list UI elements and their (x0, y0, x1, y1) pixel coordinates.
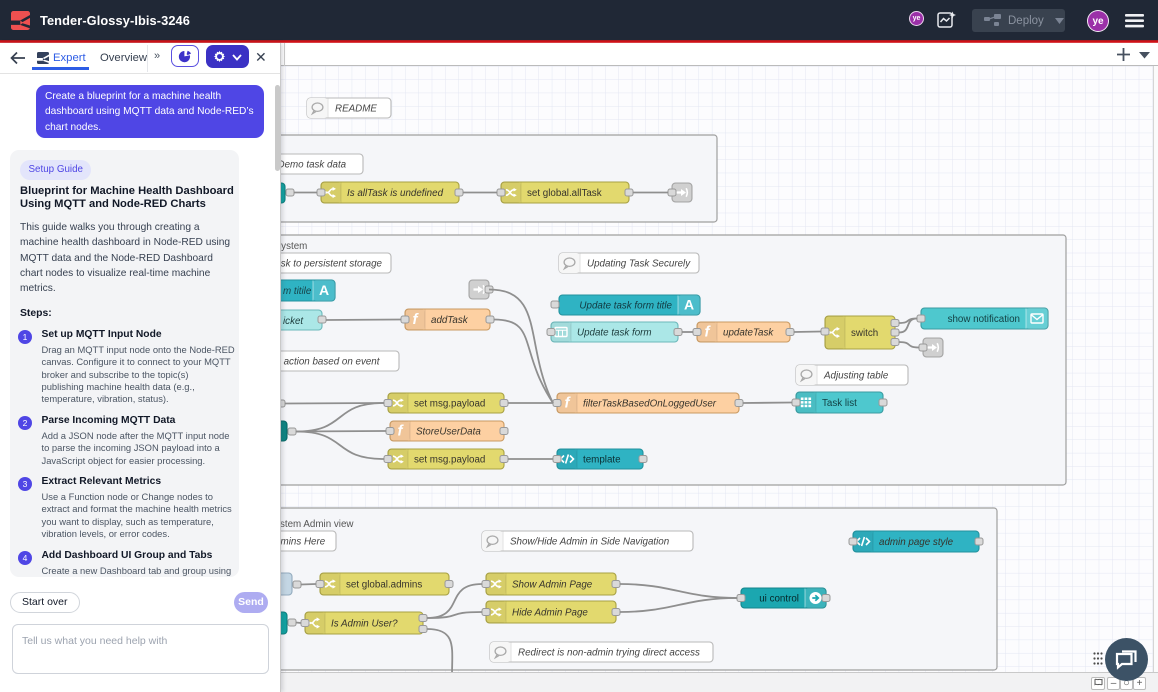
svg-text:StoreUserData: StoreUserData (416, 427, 481, 438)
svg-text:Set Admins Here: Set Admins Here (281, 537, 326, 548)
svg-text:icket: icket (283, 316, 304, 327)
svg-text:Show Admin Page: Show Admin Page (512, 580, 593, 591)
svg-text:set msg.payload: set msg.payload (414, 455, 485, 466)
svg-text:README: README (335, 104, 377, 115)
svg-text:Task management system: Task management system (281, 241, 307, 252)
svg-text:Production System Admin view: Production System Admin view (281, 519, 354, 530)
svg-text:show notification: show notification (948, 314, 1020, 325)
svg-text:filterTaskBasedOnLoggedUser: filterTaskBasedOnLoggedUser (583, 399, 717, 410)
svg-text:Update task form: Update task form (577, 328, 652, 339)
svg-text:m titile: m titile (283, 286, 312, 297)
svg-text:Updating Task Securely: Updating Task Securely (587, 259, 691, 270)
svg-text:switch: switch (851, 328, 878, 339)
svg-text:template: template (583, 455, 621, 466)
svg-text:Take action based on event: Take action based on event (281, 357, 381, 368)
svg-text:set global.allTask: set global.allTask (527, 188, 602, 199)
svg-text:updateTask: updateTask (723, 328, 774, 339)
svg-text:Task list: Task list (822, 398, 857, 409)
svg-text:Redirect is non-admin trying d: Redirect is non-admin trying direct acce… (518, 648, 700, 659)
svg-text:Is allTask is undefined: Is allTask is undefined (347, 188, 444, 199)
svg-text:set msg.payload: set msg.payload (414, 399, 485, 410)
svg-text:Update task form title: Update task form title (579, 301, 672, 312)
svg-text:A: A (319, 282, 329, 298)
svg-text:ui control: ui control (759, 594, 799, 605)
svg-text:Is Admin User?: Is Admin User? (331, 619, 398, 630)
svg-text:Demo task data: Demo task data (281, 160, 347, 171)
svg-text:Show/Hide Admin in Side Naviga: Show/Hide Admin in Side Navigation (510, 537, 669, 548)
svg-text:addTask: addTask (431, 315, 469, 326)
svg-text:set global.admins: set global.admins (346, 580, 422, 591)
svg-text:Save task to persistent storag: Save task to persistent storage (281, 259, 383, 270)
svg-text:Hide Admin Page: Hide Admin Page (512, 608, 588, 619)
svg-text:admin page style: admin page style (879, 537, 954, 548)
svg-text:A: A (684, 297, 694, 313)
svg-text:Adjusting table: Adjusting table (823, 371, 889, 382)
